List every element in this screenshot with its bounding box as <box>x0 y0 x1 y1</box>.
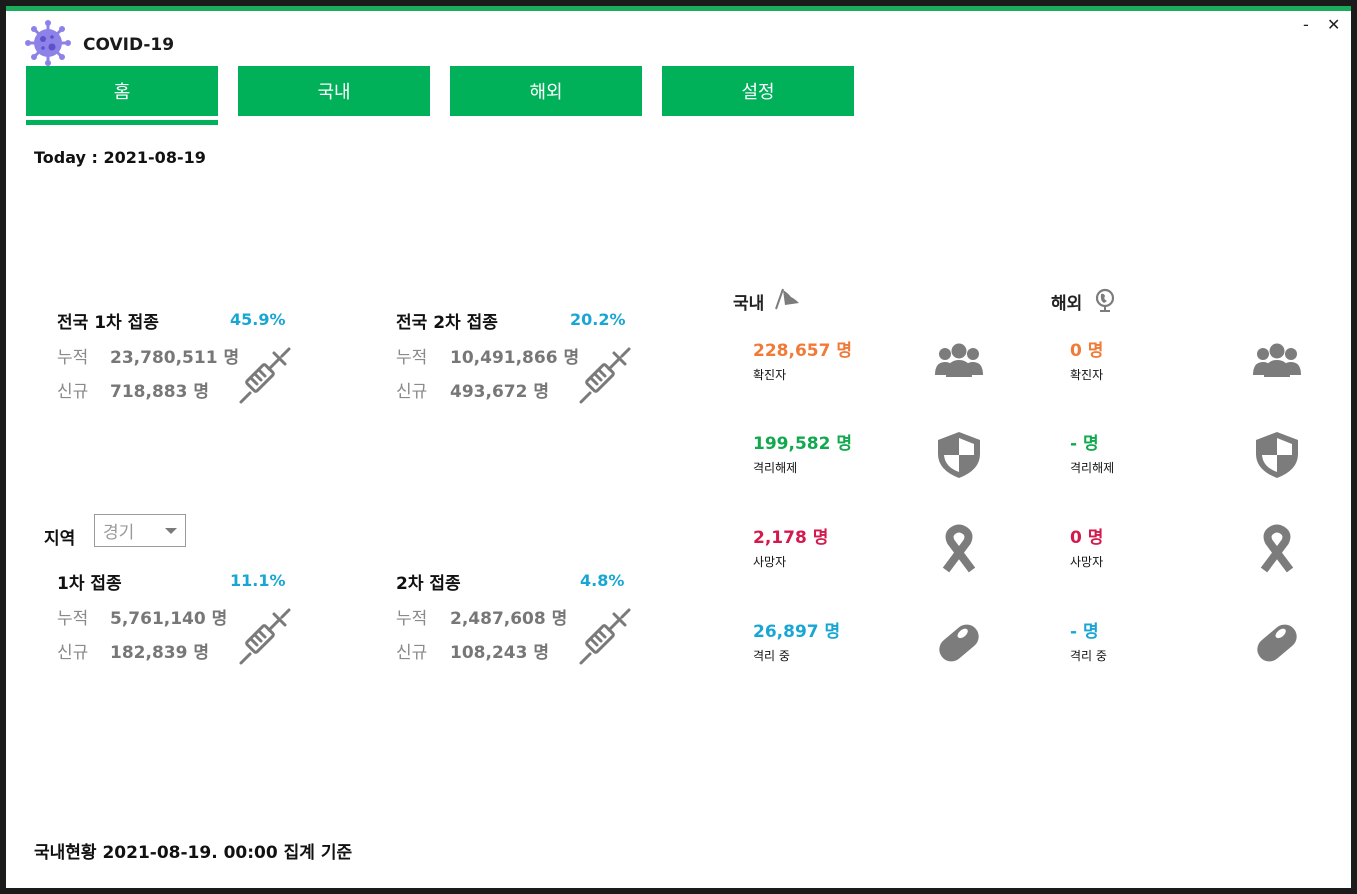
region-select[interactable]: 경기 <box>94 514 186 547</box>
footer-note: 국내현황 2021-08-19. 00:00 집계 기준 <box>34 843 353 863</box>
new-value: 718,883 명 <box>110 382 209 402</box>
stat-value: - 명 <box>1070 434 1099 454</box>
stat-label: 확진자 <box>1070 368 1104 382</box>
card-title: 전국 2차 접종 <box>396 313 498 333</box>
card-percent: 20.2% <box>570 310 626 329</box>
app-title: COVID-19 <box>83 35 175 55</box>
stat-value: 199,582 명 <box>753 434 852 454</box>
region-selected-value: 경기 <box>103 523 135 543</box>
stat-value: 0 명 <box>1070 341 1104 361</box>
total-value: 2,487,608 명 <box>450 609 568 629</box>
chevron-down-icon[interactable] <box>165 528 177 534</box>
stat-label: 격리해제 <box>753 461 798 475</box>
stat-label: 격리 중 <box>1070 649 1107 663</box>
card-title: 1차 접종 <box>57 574 122 594</box>
pill-icon <box>934 618 984 668</box>
total-value: 5,761,140 명 <box>110 609 228 629</box>
syringe-icon <box>236 347 296 407</box>
card-percent: 45.9% <box>230 310 286 329</box>
stat-value: 0 명 <box>1070 528 1104 548</box>
flag-icon <box>775 288 799 310</box>
card-percent: 11.1% <box>230 571 286 590</box>
close-button[interactable]: ✕ <box>1327 17 1340 33</box>
stat-value: - 명 <box>1070 622 1099 642</box>
new-label: 신규 <box>396 643 428 663</box>
card-title: 전국 1차 접종 <box>57 313 159 333</box>
new-label: 신규 <box>396 382 428 402</box>
tab-overseas[interactable]: 해외 <box>450 66 642 116</box>
tab-settings[interactable]: 설정 <box>662 66 854 116</box>
region-label: 지역 <box>44 529 76 549</box>
stat-label: 사망자 <box>1070 555 1104 569</box>
new-label: 신규 <box>57 643 89 663</box>
people-icon <box>1252 337 1302 387</box>
new-value: 108,243 명 <box>450 643 549 663</box>
total-label: 누적 <box>396 348 428 368</box>
total-value: 23,780,511 명 <box>110 348 240 368</box>
overseas-section-title: 해외 <box>1051 294 1083 314</box>
syringe-icon <box>236 608 296 668</box>
tab-home[interactable]: 홈 <box>26 66 218 116</box>
total-value: 10,491,866 명 <box>450 348 580 368</box>
ribbon-icon <box>934 524 984 574</box>
total-label: 누적 <box>57 609 89 629</box>
card-title: 2차 접종 <box>396 574 461 594</box>
people-icon <box>934 337 984 387</box>
stat-value: 228,657 명 <box>753 341 852 361</box>
minimize-button[interactable]: - <box>1303 17 1309 33</box>
today-date: Today : 2021-08-19 <box>34 148 206 167</box>
app-window: COVID-19 - ✕ 홈 국내 해외 설정 Today : 2021-08-… <box>6 6 1351 888</box>
globe-icon <box>1095 288 1115 312</box>
stat-value: 2,178 명 <box>753 528 829 548</box>
stat-label: 사망자 <box>753 555 787 569</box>
total-label: 누적 <box>57 348 89 368</box>
new-value: 182,839 명 <box>110 643 209 663</box>
tab-domestic[interactable]: 국내 <box>238 66 430 116</box>
syringe-icon <box>576 347 636 407</box>
stat-label: 격리해제 <box>1070 461 1115 475</box>
stat-value: 26,897 명 <box>753 622 841 642</box>
card-percent: 4.8% <box>580 571 625 590</box>
new-value: 493,672 명 <box>450 382 549 402</box>
shield-icon <box>934 430 984 480</box>
stat-label: 확진자 <box>753 368 787 382</box>
active-tab-indicator <box>26 120 218 125</box>
stat-label: 격리 중 <box>753 649 790 663</box>
shield-icon <box>1252 430 1302 480</box>
domestic-section-title: 국내 <box>733 294 765 314</box>
new-label: 신규 <box>57 382 89 402</box>
pill-icon <box>1252 618 1302 668</box>
syringe-icon <box>576 608 636 668</box>
ribbon-icon <box>1252 524 1302 574</box>
virus-logo-icon <box>25 20 71 66</box>
total-label: 누적 <box>396 609 428 629</box>
